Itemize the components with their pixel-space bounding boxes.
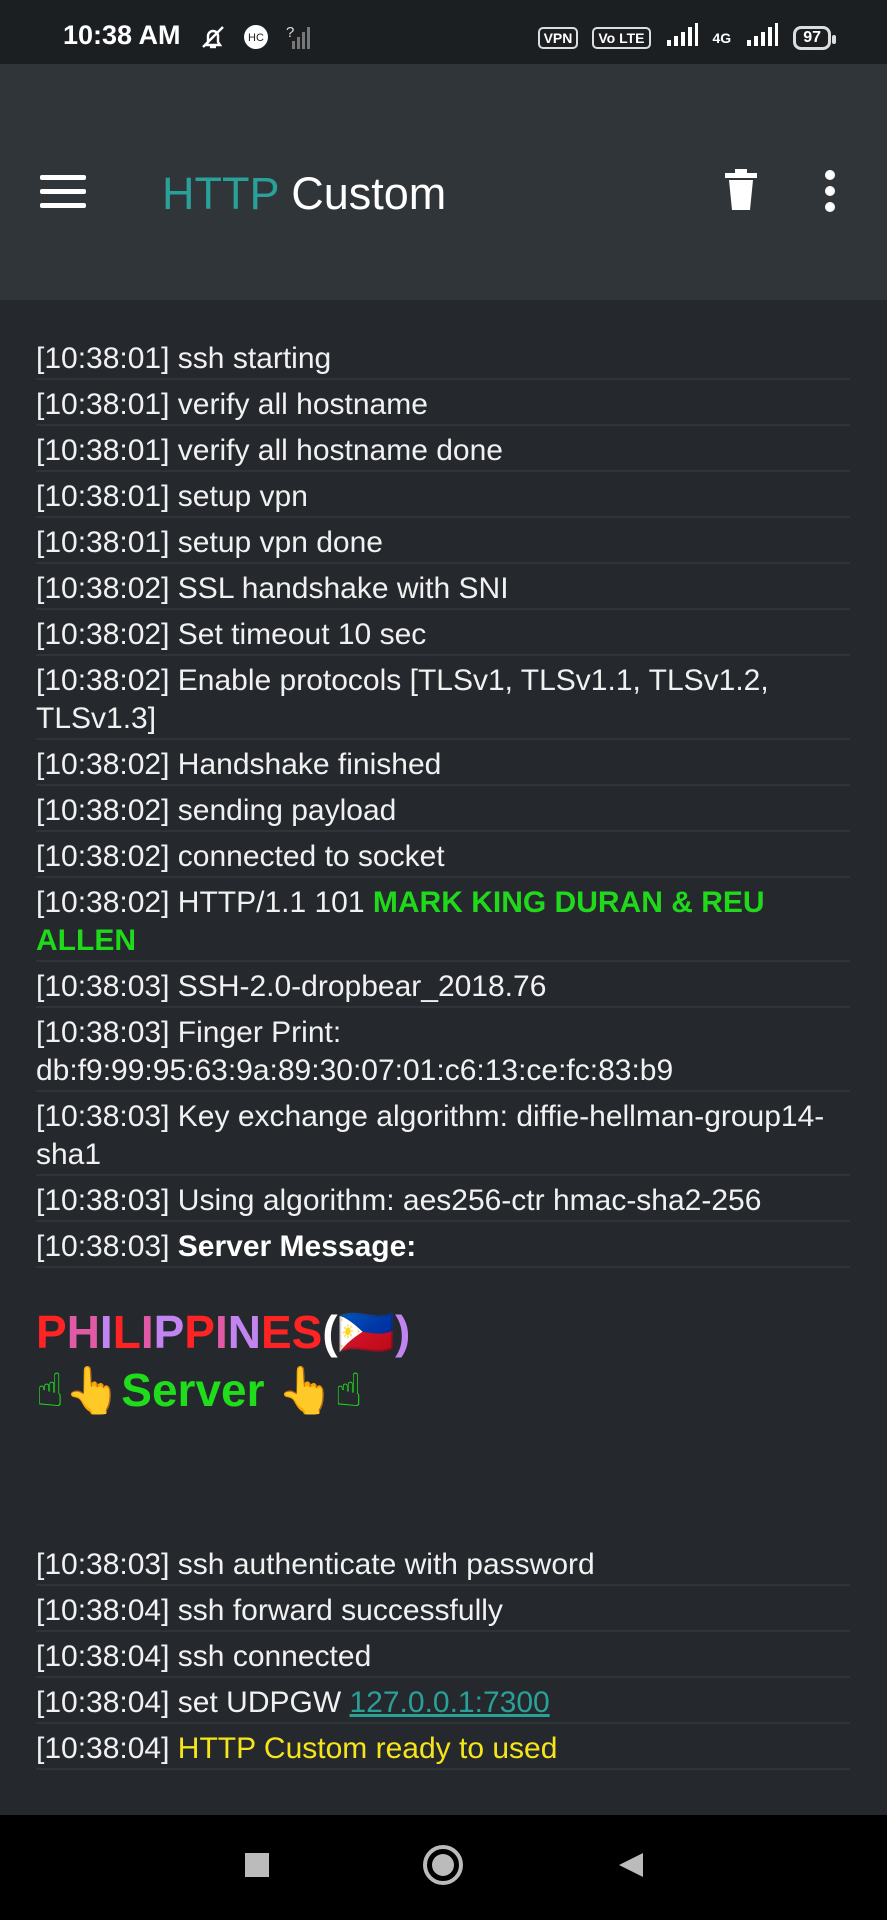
log-entry: [10:38:03] Key exchange algorithm: diffi… — [36, 1098, 850, 1176]
log-entry: [10:38:01] setup vpn — [36, 478, 850, 518]
signal-icon: ? — [284, 23, 314, 56]
home-button[interactable] — [408, 1815, 478, 1920]
log-entry: [10:38:04] set UDPGW 127.0.0.1:7300 — [36, 1684, 850, 1724]
hc-icon: HC — [242, 23, 270, 56]
server-message-country: PHILIPPINES(🇵🇭) — [36, 1306, 411, 1358]
log-area[interactable]: [10:38:01] ssh starting [10:38:01] verif… — [0, 300, 887, 1815]
network-type: 4G — [712, 29, 732, 46]
log-entry: [10:38:03] Server Message: — [36, 1228, 850, 1268]
server-message: PHILIPPINES(🇵🇭) ☝👆Server 👆☝ — [36, 1303, 536, 1463]
log-entry: [10:38:01] verify all hostname done — [36, 432, 850, 472]
app-title: HTTP Custom — [162, 168, 446, 220]
log-entry: [10:38:02] HTTP/1.1 101 MARK KING DURAN … — [36, 884, 850, 962]
log-entry: [10:38:01] setup vpn done — [36, 524, 850, 564]
app-bar: HTTP Custom SSH LOG — [0, 64, 887, 364]
volte-indicator: Vo LTE — [592, 26, 651, 49]
log-entry: [10:38:03] Using algorithm: aes256-ctr h… — [36, 1182, 850, 1222]
udpgw-link[interactable]: 127.0.0.1:7300 — [350, 1686, 550, 1719]
log-entry: [10:38:02] Set timeout 10 sec — [36, 616, 850, 656]
recents-button[interactable] — [222, 1815, 292, 1920]
svg-text:?: ? — [286, 24, 294, 41]
status-time: 10:38 AM — [63, 20, 181, 50]
log-entry: [10:38:03] SSH-2.0-dropbear_2018.76 — [36, 968, 850, 1008]
cellular-signal-icon — [665, 22, 699, 53]
alarm-off-icon — [198, 22, 228, 57]
recents-icon — [243, 1851, 271, 1884]
server-message-server: ☝👆Server 👆☝ — [36, 1364, 363, 1416]
back-button[interactable] — [596, 1815, 666, 1920]
log-entry: [10:38:02] SSL handshake with SNI — [36, 570, 850, 610]
log-entry: [10:38:04] ssh forward successfully — [36, 1592, 850, 1632]
more-options-icon[interactable] — [823, 169, 837, 213]
back-icon — [615, 1849, 647, 1886]
log-entry: [10:38:03] Finger Print: db:f9:99:95:63:… — [36, 1014, 850, 1092]
battery-indicator: 97 — [793, 25, 836, 50]
delete-icon[interactable] — [723, 169, 759, 211]
app-title-main: Custom — [291, 168, 447, 219]
log-entry: [10:38:01] verify all hostname — [36, 386, 850, 426]
log-entry: [10:38:04] ssh connected — [36, 1638, 850, 1678]
navigation-bar — [0, 1815, 887, 1920]
cellular-signal-2-icon — [745, 22, 779, 53]
log-entry: [10:38:02] Handshake finished — [36, 746, 850, 786]
status-right-icons: VPN Vo LTE 4G 97 — [537, 22, 836, 53]
log-entry: [10:38:02] connected to socket — [36, 838, 850, 878]
home-icon — [421, 1843, 465, 1892]
vpn-indicator: VPN — [537, 26, 579, 49]
status-left-icons: HC ? — [198, 22, 314, 57]
menu-icon[interactable] — [40, 175, 86, 209]
log-entry: [10:38:04] HTTP Custom ready to used — [36, 1730, 850, 1770]
log-entry: [10:38:02] Enable protocols [TLSv1, TLSv… — [36, 662, 850, 740]
log-entry: [10:38:02] sending payload — [36, 792, 850, 832]
svg-text:HC: HC — [248, 32, 264, 44]
app-title-accent: HTTP — [162, 168, 279, 219]
log-entry: [10:38:01] ssh starting — [36, 340, 850, 380]
log-entry: [10:38:03] ssh authenticate with passwor… — [36, 1546, 850, 1586]
status-bar: 10:38 AM HC ? VPN Vo LTE 4G 97 — [0, 0, 887, 64]
